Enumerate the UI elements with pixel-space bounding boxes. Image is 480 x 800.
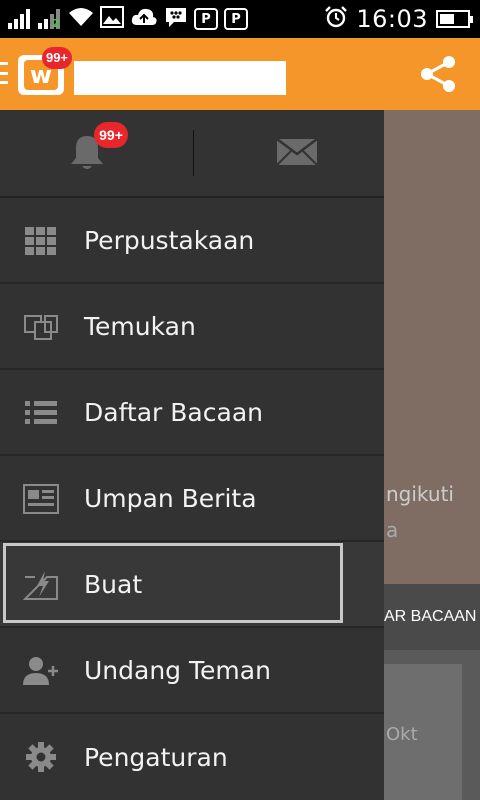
status-time: 16:03 <box>356 5 428 33</box>
cloud-upload-icon <box>130 6 158 32</box>
background-tab: AR BACAAN <box>384 584 480 650</box>
image-icon <box>100 6 124 32</box>
list-icon <box>22 396 60 430</box>
menu-item-buat[interactable]: Buat <box>0 542 384 628</box>
notifications-badge: 99+ <box>94 122 128 148</box>
gear-icon <box>22 740 60 774</box>
menu-item-temukan[interactable]: Temukan <box>0 284 384 370</box>
battery-fill <box>440 14 454 24</box>
newsfeed-icon <box>22 482 60 516</box>
app-bar: w 99+ <box>0 38 480 110</box>
menu-item-pengaturan[interactable]: Pengaturan <box>0 714 384 800</box>
hamburger-icon[interactable] <box>0 62 8 84</box>
navigation-drawer: 99+ Perpustakaan Temukan Daftar Bacaan U… <box>0 110 384 800</box>
background-cover-image: ngikuti a <box>384 110 480 584</box>
network-label: 2 <box>52 17 60 30</box>
menu-item-perpustakaan[interactable]: Perpustakaan <box>0 198 384 284</box>
background-card: Okt <box>384 650 480 800</box>
background-content: ngikuti a AR BACAAN Okt <box>384 110 480 800</box>
pinterest-icon: P <box>224 8 248 30</box>
bbm-icon <box>164 6 188 32</box>
wifi-icon <box>68 6 94 32</box>
status-bar: 2 P P 16:03 <box>0 0 480 38</box>
discover-icon <box>22 310 60 344</box>
menu-item-label: Perpustakaan <box>84 225 255 255</box>
create-icon <box>22 568 60 602</box>
share-icon[interactable] <box>418 54 458 94</box>
header-divider <box>193 130 194 176</box>
app-logo[interactable]: w 99+ <box>18 47 72 95</box>
drawer-menu: Perpustakaan Temukan Daftar Bacaan Umpan… <box>0 198 384 800</box>
drawer-header: 99+ <box>0 110 384 198</box>
signal-2-icon: 2 <box>38 9 62 30</box>
alarm-icon <box>324 5 348 33</box>
menu-item-label: Temukan <box>84 311 196 341</box>
menu-item-undang-teman[interactable]: Undang Teman <box>0 628 384 714</box>
notification-badge: 99+ <box>42 47 72 69</box>
background-text: a <box>386 518 399 542</box>
background-text: ngikuti <box>386 482 454 506</box>
menu-item-label: Umpan Berita <box>84 483 257 513</box>
menu-item-label: Undang Teman <box>84 655 271 685</box>
menu-item-umpan-berita[interactable]: Umpan Berita <box>0 456 384 542</box>
grid-icon <box>22 224 60 258</box>
pinterest-icon: P <box>194 8 218 30</box>
bell-icon[interactable]: 99+ <box>68 122 128 172</box>
menu-item-label: Buat <box>84 569 143 599</box>
mail-icon[interactable] <box>276 138 318 166</box>
background-card-date: Okt <box>386 724 418 745</box>
menu-item-daftar-bacaan[interactable]: Daftar Bacaan <box>0 370 384 456</box>
add-person-icon <box>22 654 60 688</box>
search-input[interactable] <box>74 61 286 95</box>
signal-icon <box>8 9 32 29</box>
battery-icon <box>436 10 473 28</box>
menu-item-label: Daftar Bacaan <box>84 397 263 427</box>
menu-item-label: Pengaturan <box>84 742 228 772</box>
